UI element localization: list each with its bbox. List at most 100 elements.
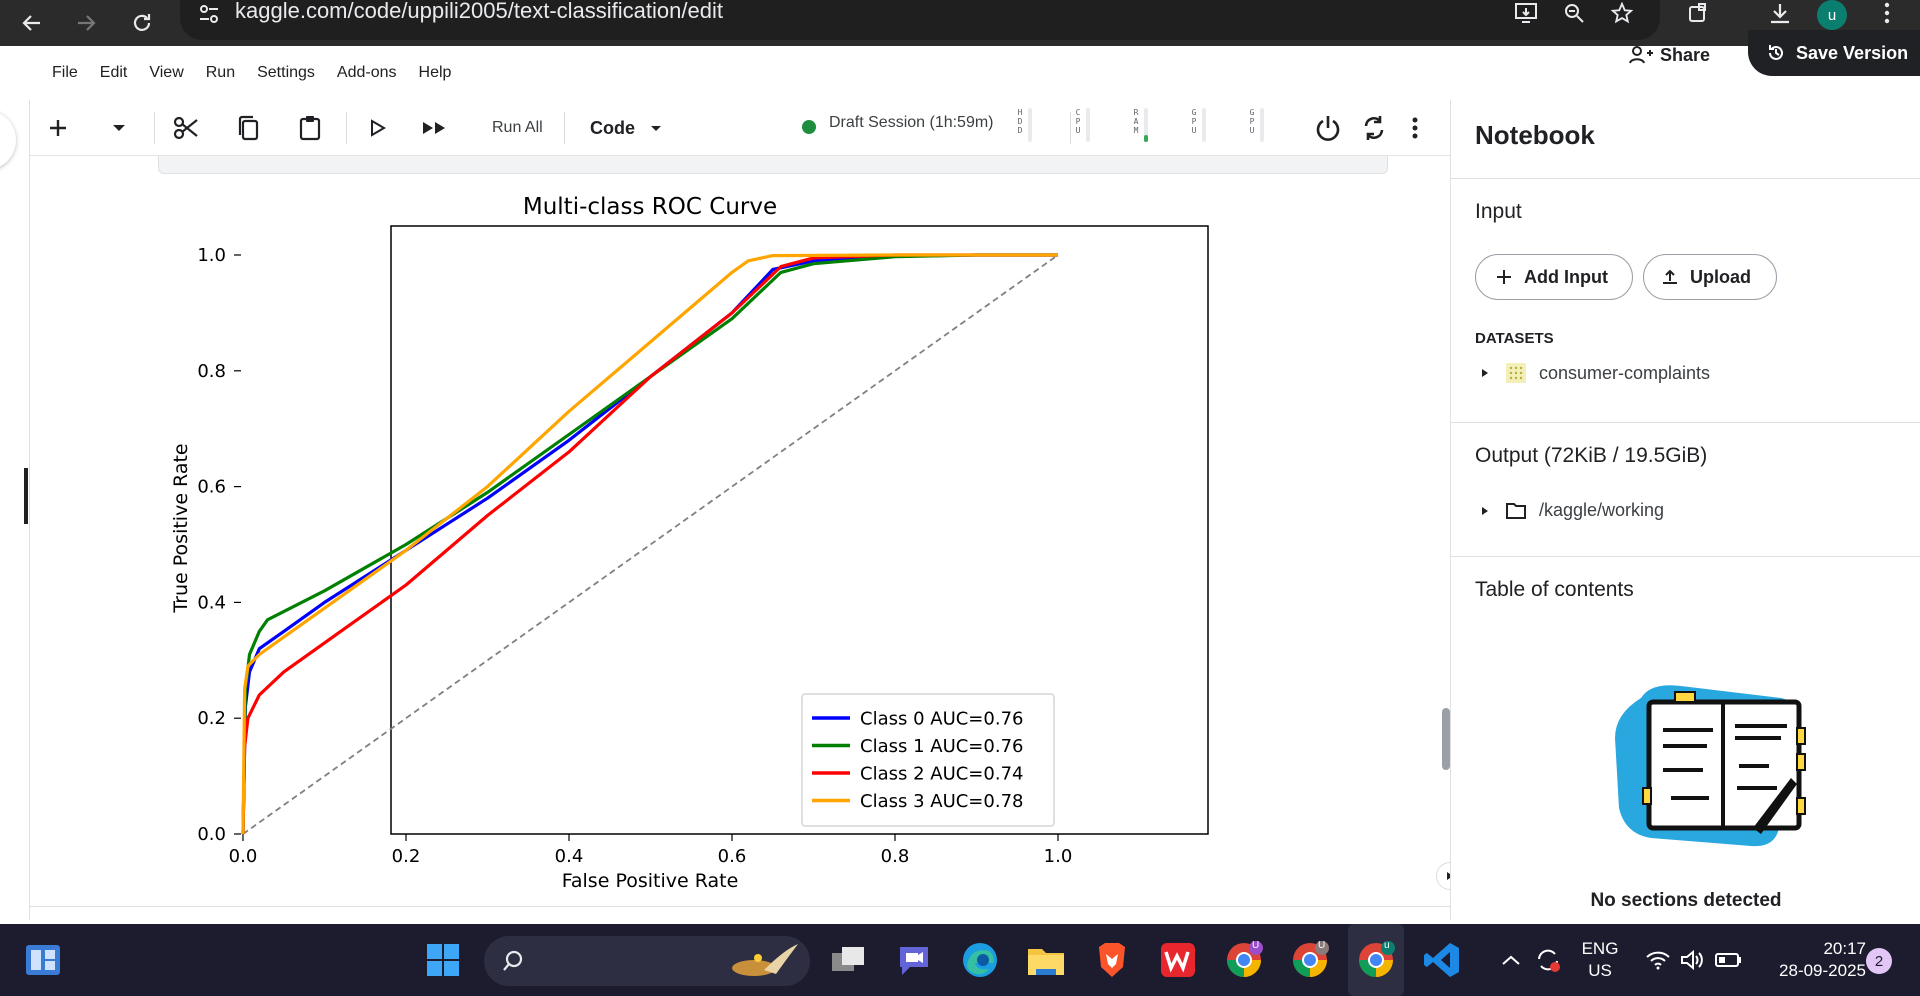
search-icon	[503, 950, 523, 971]
add-cell-icon[interactable]	[40, 100, 76, 156]
code-cell-bottom-edge[interactable]	[158, 156, 1388, 174]
meter-label: GPU	[1191, 108, 1197, 135]
notification-badge[interactable]: 2	[1866, 948, 1892, 974]
widgets-icon[interactable]	[20, 924, 66, 996]
wifi-icon[interactable]	[1640, 924, 1676, 996]
bookmark-star-icon[interactable]	[1604, 0, 1640, 36]
extensions-icon[interactable]	[1680, 0, 1716, 36]
clock[interactable]: 20:17 28-09-2025	[1756, 938, 1866, 982]
site-settings-icon[interactable]	[195, 0, 223, 28]
panel-divider	[1451, 556, 1920, 557]
upload-icon	[1663, 269, 1677, 284]
edge-browser-icon[interactable]	[952, 924, 1008, 996]
chrome-profile-icon[interactable]: U	[1282, 924, 1338, 996]
file-explorer-icon[interactable]	[1018, 924, 1074, 996]
back-icon[interactable]	[14, 0, 50, 46]
url-text[interactable]: kaggle.com/code/uppili2005/text-classifi…	[235, 0, 723, 28]
copy-icon[interactable]	[230, 100, 266, 156]
save-version-icon	[1769, 45, 1783, 60]
session-status[interactable]: Draft Session (1h:59m)	[829, 114, 994, 132]
start-windows-icon[interactable]	[420, 924, 466, 996]
sync-status-icon[interactable]	[1528, 924, 1568, 996]
language-indicator[interactable]: ENG US	[1578, 938, 1622, 982]
toolbar-divider	[1070, 112, 1071, 144]
input-heading: Input	[1475, 200, 1522, 223]
add-input-button[interactable]: Add Input	[1475, 254, 1633, 300]
menu-run[interactable]: Run	[206, 64, 235, 82]
restart-session-icon[interactable]	[1354, 100, 1394, 156]
notebook-scrollbar-thumb[interactable]	[1442, 708, 1450, 770]
menu-file[interactable]: File	[52, 64, 78, 82]
gpu-memory-meter[interactable]: GPU	[1248, 108, 1266, 144]
run-all-button[interactable]: Run All	[492, 100, 543, 156]
add-input-label: Add Input	[1524, 266, 1608, 287]
cell-type-select[interactable]: Code	[590, 100, 635, 156]
chrome-active-icon[interactable]: u	[1348, 924, 1404, 996]
datasets-heading: DATASETS	[1475, 330, 1554, 347]
meet-chat-icon[interactable]	[886, 924, 942, 996]
add-cell-dropdown-icon[interactable]	[104, 100, 134, 156]
meter-bar	[1144, 108, 1148, 142]
x-tick-label: 0.0	[229, 846, 258, 867]
menu-add-ons[interactable]: Add-ons	[337, 64, 397, 82]
zoom-icon[interactable]	[1556, 0, 1592, 36]
task-view-icon[interactable]	[820, 924, 876, 996]
tray-overflow-chevron-icon[interactable]	[1496, 924, 1526, 996]
cpu-meter[interactable]: CPU	[1074, 108, 1092, 144]
battery-icon[interactable]	[1710, 924, 1746, 996]
chart-legend: Class 0 AUC=0.76 Class 1 AUC=0.76 Class 2 …	[801, 693, 1055, 827]
meter-bar	[1260, 108, 1264, 142]
menu-bar: File Edit View Run Settings Add-ons Help	[30, 46, 451, 100]
output-folder-item[interactable]: /kaggle/working	[1481, 500, 1664, 521]
roc-chart: Multi-class ROC Curve False Positive Rate…	[170, 194, 1209, 892]
y-tick-label: 0.6	[197, 477, 226, 498]
expand-caret-icon[interactable]	[1481, 506, 1489, 516]
plus-icon	[1497, 270, 1511, 284]
meter-bar	[1086, 108, 1090, 142]
gpu-meter[interactable]: GPU	[1190, 108, 1208, 144]
legend-label: Class 0 AUC=0.76	[860, 709, 1023, 730]
share-button[interactable]: Share	[1628, 40, 1710, 70]
expand-caret-icon[interactable]	[1481, 368, 1489, 378]
meter-label: GPU	[1249, 108, 1255, 135]
share-label: Share	[1660, 44, 1711, 65]
menu-help[interactable]: Help	[419, 64, 452, 82]
active-cell-indicator	[24, 468, 28, 524]
cell-type-dropdown-icon[interactable]	[646, 100, 666, 156]
vscode-icon[interactable]	[1414, 924, 1470, 996]
save-version-button[interactable]: Save Version	[1748, 30, 1920, 76]
forward-icon[interactable]	[68, 0, 104, 46]
volume-icon[interactable]	[1674, 924, 1710, 996]
share-person-icon	[1629, 46, 1653, 64]
chart-title: Multi-class ROC Curve	[523, 194, 777, 220]
meter-bar	[1028, 108, 1032, 142]
dataset-item[interactable]: consumer-complaints	[1481, 362, 1710, 384]
brave-browser-icon[interactable]	[1084, 924, 1140, 996]
hdd-meter[interactable]: HDD	[1016, 108, 1034, 144]
more-options-icon[interactable]	[1400, 100, 1430, 156]
run-cell-icon[interactable]	[360, 100, 396, 156]
install-app-icon[interactable]	[1508, 0, 1544, 36]
power-icon[interactable]	[1308, 100, 1348, 156]
y-tick-label: 0.4	[197, 592, 226, 613]
clock-time: 20:17	[1823, 939, 1866, 958]
menu-edit[interactable]: Edit	[100, 64, 128, 82]
taskbar-search-box[interactable]	[484, 936, 810, 986]
cut-icon[interactable]	[168, 100, 204, 156]
menu-settings[interactable]: Settings	[257, 64, 315, 82]
reload-icon[interactable]	[124, 0, 160, 46]
meter-label: CPU	[1075, 108, 1081, 135]
folder-icon	[1506, 502, 1526, 519]
run-all-icon[interactable]	[414, 100, 454, 156]
panel-title: Notebook	[1475, 120, 1595, 150]
menu-view[interactable]: View	[149, 64, 183, 82]
paste-icon[interactable]	[292, 100, 328, 156]
meter-label: RAM	[1133, 108, 1139, 135]
chrome-profile-icon[interactable]: U	[1216, 924, 1272, 996]
toc-empty-message: No sections detected	[1590, 890, 1782, 911]
upload-button[interactable]: Upload	[1643, 254, 1777, 300]
collapsed-nav-button[interactable]	[0, 110, 16, 170]
profile-avatar[interactable]: u	[1817, 0, 1847, 30]
ram-meter[interactable]: RAM	[1132, 108, 1150, 144]
wps-office-icon[interactable]	[1150, 924, 1206, 996]
